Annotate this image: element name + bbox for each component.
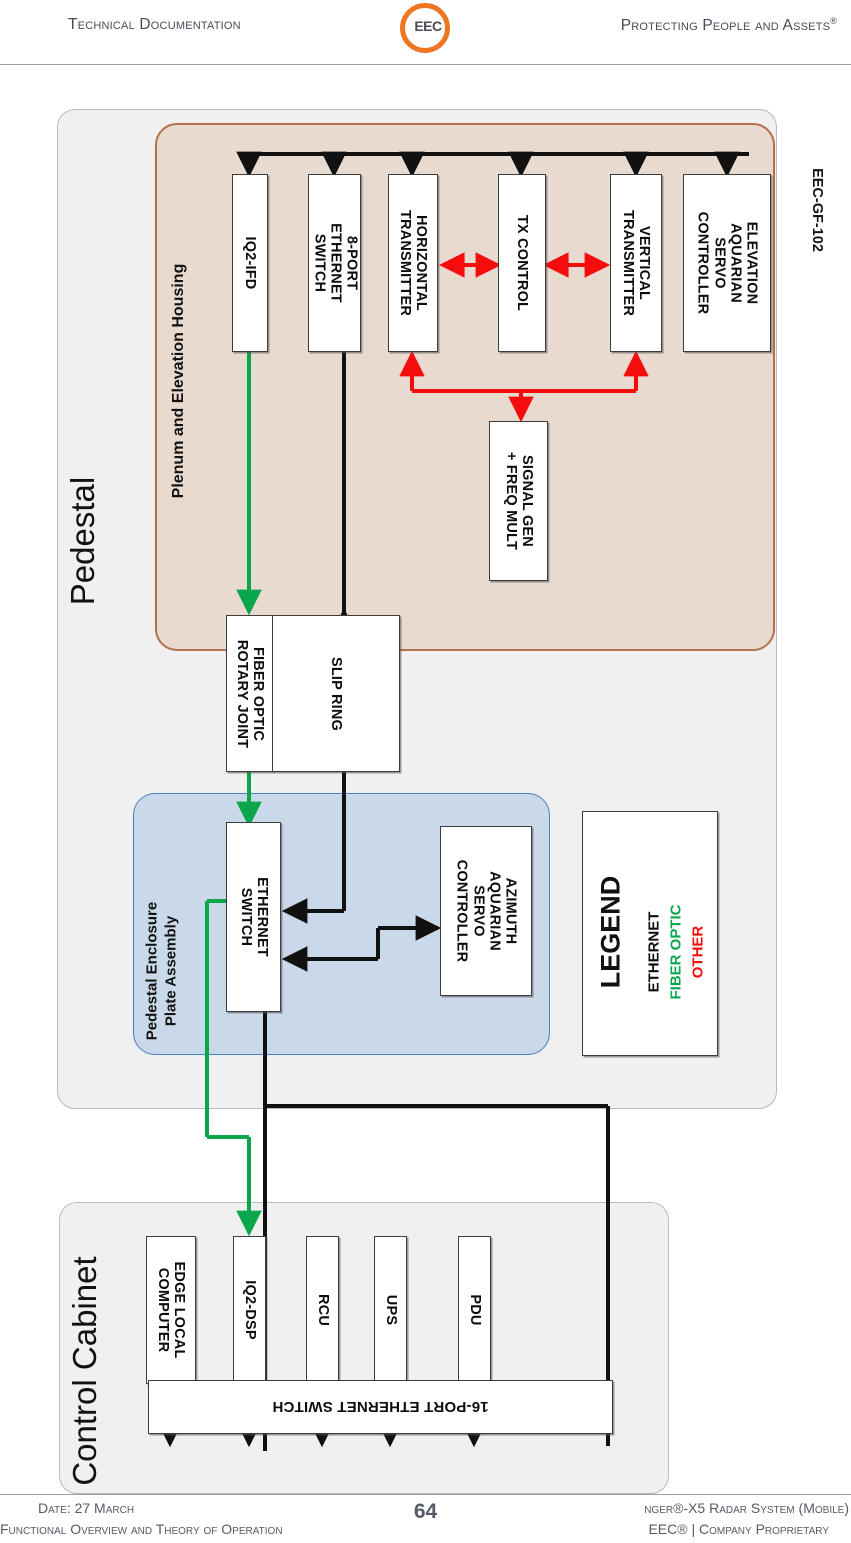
pedestal-title-label: Pedestal	[64, 476, 101, 606]
plenum-title-label: Plenum and Elevation Housing	[170, 263, 187, 499]
footer-product-name: nger®-X5 Radar System (Mobile)	[644, 1500, 849, 1516]
legend-item-fiber-optic-label: FIBER OPTIC	[667, 904, 685, 1000]
block-signal-gen-freq-mult[interactable]: SIGNAL GEN + FREQ MULT	[489, 421, 548, 581]
block-diagram: Pedestal Control Cabinet Plenum and Elev…	[0, 66, 851, 1496]
block-iq2-ifd-label: IQ2-IFD	[242, 236, 259, 290]
header-left-text: Technical Documentation	[68, 16, 241, 33]
block-edge-local-computer[interactable]: EDGE LOCAL COMPUTER	[146, 1236, 196, 1384]
block-signal-gen-freq-mult-label: SIGNAL GEN + FREQ MULT	[502, 451, 535, 551]
block-vertical-transmitter[interactable]: VERTICAL TRANSMITTER	[610, 174, 662, 352]
footer-divider	[0, 1494, 851, 1495]
page-header: Technical Documentation EEC Protecting P…	[0, 0, 851, 66]
block-vertical-transmitter-label: VERTICAL TRANSMITTER	[620, 209, 653, 317]
logo-wordmark: EEC	[414, 18, 442, 34]
block-16-port-ethernet-switch[interactable]: 16-PORT ETHERNET SWITCH	[148, 1380, 613, 1434]
legend: LEGEND ETHERNET FIBER OPTIC OTHER	[582, 811, 718, 1056]
legend-title: LEGEND	[589, 832, 633, 1032]
legend-item-other-label: OTHER	[689, 925, 707, 979]
block-fiber-optic-rotary-joint[interactable]: FIBER OPTIC ROTARY JOINT	[226, 615, 273, 772]
block-azimuth-aquarian-servo-controller-label: AZIMUTH AQUARIAN SERVO CONTROLLER	[453, 859, 519, 963]
plenum-title: Plenum and Elevation Housing	[165, 236, 193, 526]
block-horizontal-transmitter-label: HORIZONTAL TRANSMITTER	[397, 209, 430, 317]
legend-item-other: OTHER	[685, 852, 711, 1052]
block-ethernet-switch-label: ETHERNET SWITCH	[237, 877, 270, 957]
footer-proprietary-notice: EEC® | Company Proprietary	[648, 1521, 829, 1537]
page-footer: Date: 27 March Functional Overview and T…	[0, 1494, 851, 1543]
block-iq2-dsp-label: IQ2-DSP	[241, 1280, 258, 1340]
legend-item-ethernet-label: ETHERNET	[645, 911, 663, 993]
block-elevation-aquarian-servo-controller[interactable]: ELEVATION AQUARIAN SERVO CONTROLLER	[683, 174, 771, 352]
block-edge-local-computer-label: EDGE LOCAL COMPUTER	[155, 1261, 188, 1359]
block-8-port-ethernet-switch-label: 8-PORT ETHERNET SWITCH	[310, 223, 359, 303]
block-ups-label: UPS	[382, 1294, 399, 1326]
block-fiber-optic-rotary-joint-label: FIBER OPTIC ROTARY JOINT	[233, 639, 266, 748]
block-elevation-aquarian-servo-controller-label: ELEVATION AQUARIAN SERVO CONTROLLER	[694, 211, 760, 315]
block-tx-control[interactable]: TX CONTROL	[498, 174, 546, 352]
pedestal-enclosure-title-label: Pedestal Enclosure Plate Assembly	[143, 901, 179, 1041]
block-pdu-label: PDU	[466, 1294, 483, 1326]
pedestal-enclosure-title: Pedestal Enclosure Plate Assembly	[140, 876, 184, 1066]
block-8-port-ethernet-switch[interactable]: 8-PORT ETHERNET SWITCH	[308, 174, 361, 352]
block-16-port-ethernet-switch-label: 16-PORT ETHERNET SWITCH	[272, 1398, 489, 1416]
pedestal-title: Pedestal	[60, 436, 106, 646]
block-pdu[interactable]: PDU	[458, 1236, 491, 1384]
footer-date: Date: 27 March	[38, 1500, 135, 1516]
header-right-label: Protecting People and Assets	[620, 17, 831, 35]
block-slip-ring-label: SLIP RING	[328, 656, 345, 731]
footer-section-title: Functional Overview and Theory of Operat…	[0, 1521, 283, 1537]
block-azimuth-aquarian-servo-controller[interactable]: AZIMUTH AQUARIAN SERVO CONTROLLER	[440, 826, 532, 996]
block-rcu[interactable]: RCU	[306, 1236, 339, 1384]
block-ups[interactable]: UPS	[374, 1236, 407, 1384]
legend-title-label: LEGEND	[595, 875, 626, 989]
block-horizontal-transmitter[interactable]: HORIZONTAL TRANSMITTER	[388, 174, 438, 352]
block-slip-ring[interactable]: SLIP RING	[272, 615, 400, 772]
header-right-text: Protecting People and Assets®	[621, 16, 837, 35]
control-cabinet-title: Control Cabinet	[62, 1246, 108, 1496]
block-rcu-label: RCU	[314, 1293, 331, 1327]
control-cabinet-title-label: Control Cabinet	[66, 1256, 103, 1486]
header-divider	[0, 64, 851, 65]
eec-logo: EEC	[400, 3, 456, 55]
registered-mark: ®	[830, 16, 837, 26]
block-iq2-dsp[interactable]: IQ2-DSP	[233, 1236, 266, 1384]
block-ethernet-switch[interactable]: ETHERNET SWITCH	[226, 822, 281, 1012]
block-tx-control-label: TX CONTROL	[514, 214, 531, 312]
block-iq2-ifd[interactable]: IQ2-IFD	[232, 174, 268, 352]
